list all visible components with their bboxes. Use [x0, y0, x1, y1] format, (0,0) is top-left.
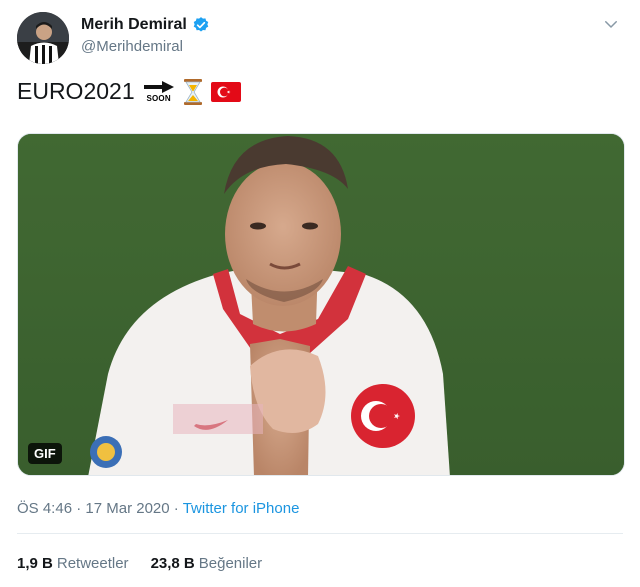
meta-separator: ·: [76, 500, 82, 517]
meta-separator: ·: [173, 500, 179, 517]
avatar[interactable]: [17, 12, 69, 64]
gif-media[interactable]: GIF: [17, 133, 625, 476]
turkey-flag-icon: [210, 81, 241, 102]
likes-stat[interactable]: 23,8 B Beğeniler: [151, 555, 263, 572]
display-name[interactable]: Merih Demiral: [81, 16, 187, 34]
soon-label: SOON: [146, 93, 171, 103]
verified-badge-icon: [192, 16, 210, 34]
likes-count: 23,8 B: [150, 555, 195, 572]
user-handle[interactable]: @Merihdemiral: [81, 38, 183, 55]
divider: [17, 533, 623, 534]
retweets-count: 1,9 B: [17, 555, 53, 572]
hourglass-icon: [183, 78, 203, 105]
tweet-text-body: EURO2021: [17, 78, 135, 104]
retweets-stat[interactable]: 1,9 B Retweetler: [17, 555, 129, 572]
tweet-card: Merih Demiral @Merihdemiral EURO2021 SOO…: [0, 0, 640, 587]
gif-badge: GIF: [28, 443, 62, 464]
tweet-source-link[interactable]: Twitter for iPhone: [183, 500, 300, 517]
tweet-time[interactable]: ÖS 4:46: [17, 500, 72, 517]
avatar-image: [17, 12, 69, 64]
retweets-label: Retweetler: [56, 555, 129, 572]
gif-image: [18, 134, 624, 475]
tweet-text: EURO2021 SOON: [17, 78, 241, 105]
likes-label: Beğeniler: [198, 555, 263, 572]
tweet-stats: 1,9 B Retweetler 23,8 B Beğeniler: [17, 555, 262, 572]
soon-arrow-icon: SOON: [143, 80, 175, 103]
tweet-meta: ÖS 4:46 · 17 Mar 2020 · Twitter for iPho…: [17, 500, 299, 517]
tweet-date[interactable]: 17 Mar 2020: [85, 500, 169, 517]
chevron-down-icon[interactable]: [602, 15, 620, 33]
